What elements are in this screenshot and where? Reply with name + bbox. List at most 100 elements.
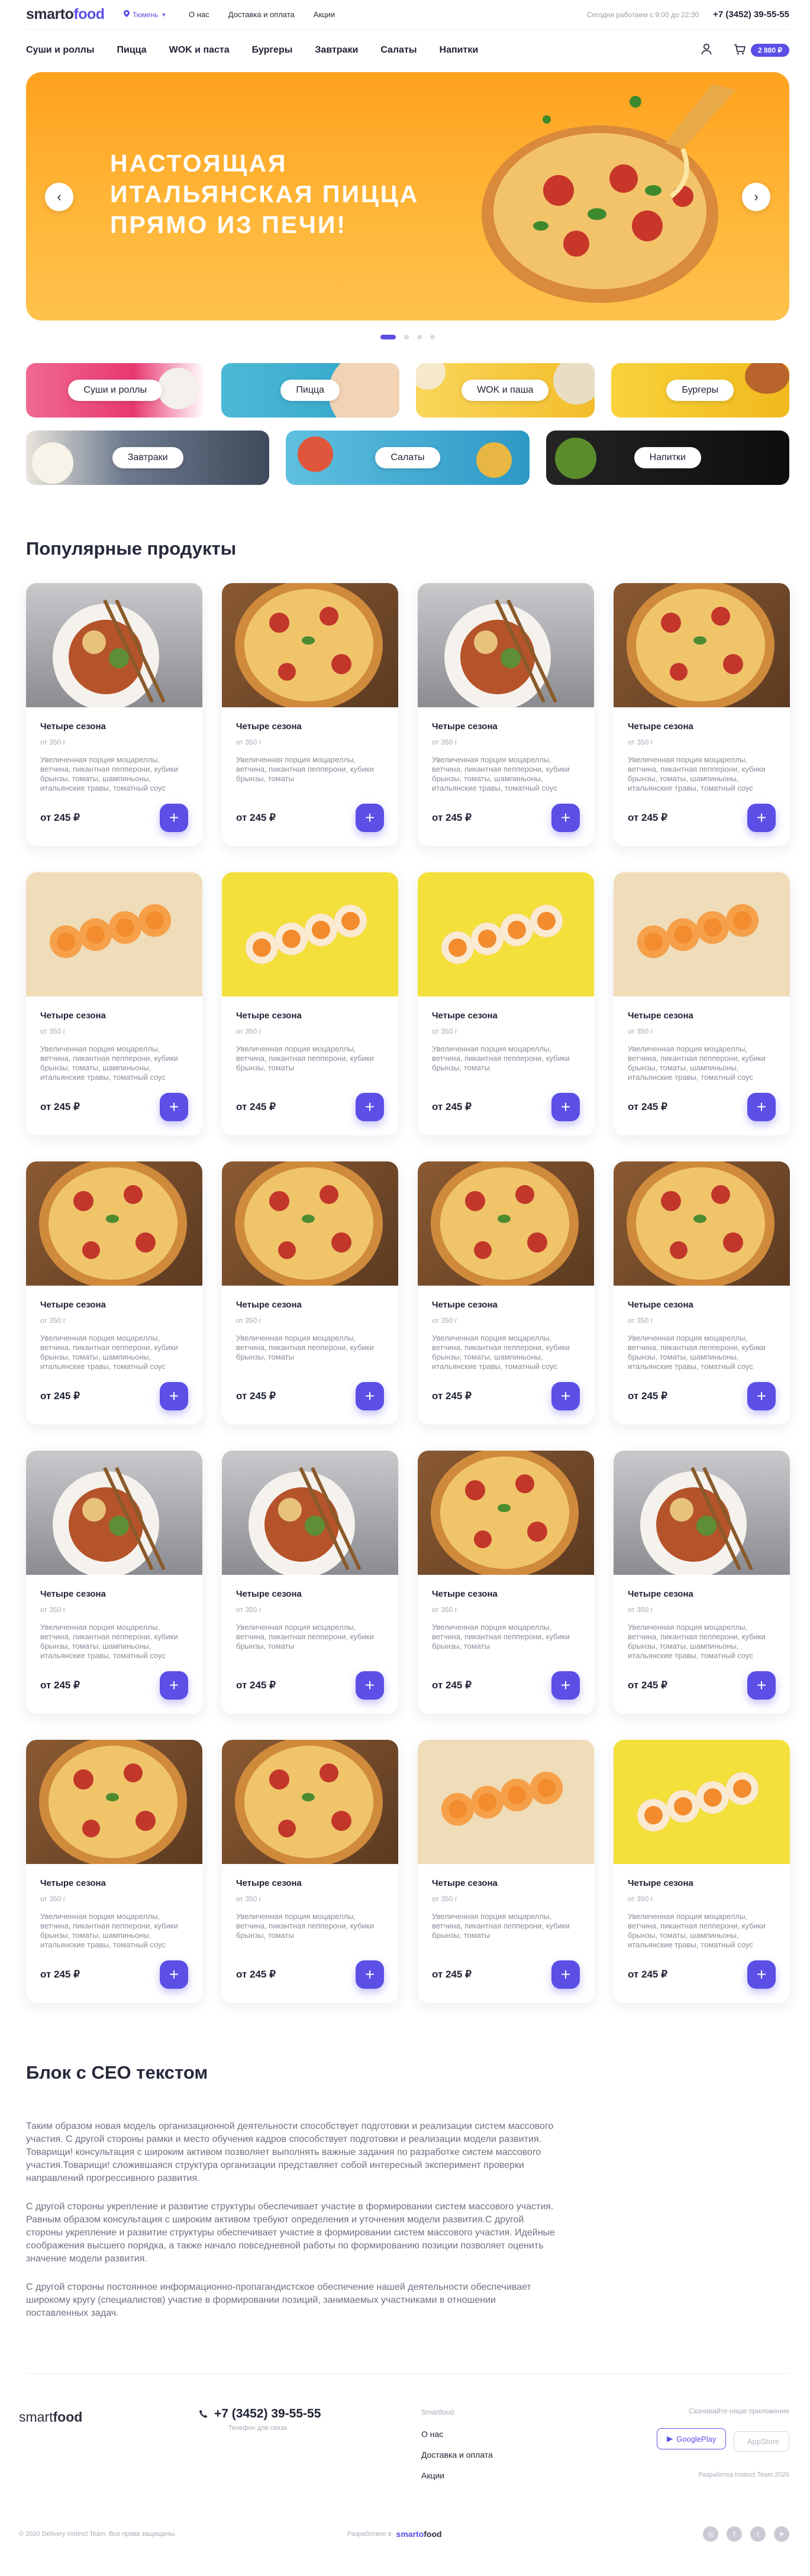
product-card[interactable]: Четыре сезона от 350 г Увеличенная порция … bbox=[222, 1451, 398, 1714]
product-image[interactable] bbox=[222, 1451, 398, 1575]
add-to-cart-button[interactable]: + bbox=[747, 1093, 776, 1121]
add-to-cart-button[interactable]: + bbox=[356, 1382, 384, 1410]
product-image[interactable] bbox=[614, 872, 790, 996]
add-to-cart-button[interactable]: + bbox=[356, 1960, 384, 1989]
product-name[interactable]: Четыре сезона bbox=[40, 1878, 188, 1888]
category-salads[interactable]: Салаты bbox=[286, 431, 530, 485]
telegram-icon[interactable]: ➤ bbox=[774, 2526, 789, 2542]
product-name[interactable]: Четыре сезона bbox=[236, 1878, 384, 1888]
product-name[interactable]: Четыре сезона bbox=[628, 1589, 776, 1599]
product-name[interactable]: Четыре сезона bbox=[40, 1011, 188, 1021]
product-card[interactable]: Четыре сезона от 350 г Увеличенная порция … bbox=[418, 1740, 594, 2003]
add-to-cart-button[interactable]: + bbox=[356, 1671, 384, 1700]
product-name[interactable]: Четыре сезона bbox=[628, 721, 776, 732]
product-image[interactable] bbox=[222, 872, 398, 996]
product-image[interactable] bbox=[222, 583, 398, 707]
product-name[interactable]: Четыре сезона bbox=[40, 1589, 188, 1599]
nav-item-wok[interactable]: WOK и паста bbox=[169, 45, 230, 56]
footer-logo[interactable]: smartfood bbox=[19, 2409, 82, 2425]
product-card[interactable]: Четыре сезона от 350 г Увеличенная порция … bbox=[614, 1161, 790, 1425]
add-to-cart-button[interactable]: + bbox=[551, 1960, 580, 1989]
footer-link-about[interactable]: О нас bbox=[421, 2429, 493, 2439]
product-image[interactable] bbox=[614, 1451, 790, 1575]
add-to-cart-button[interactable]: + bbox=[160, 1382, 188, 1410]
product-image[interactable] bbox=[418, 1451, 594, 1575]
nav-item-salads[interactable]: Салаты bbox=[380, 45, 417, 56]
cart-button[interactable]: 2 880 ₽ bbox=[733, 43, 789, 58]
product-image[interactable] bbox=[222, 1161, 398, 1286]
hero-banner[interactable]: НАСТОЯЩАЯ ИТАЛЬЯНСКАЯ ПИЦЦА ПРЯМО ИЗ ПЕЧ… bbox=[26, 72, 789, 321]
product-image[interactable] bbox=[222, 1740, 398, 1864]
product-image[interactable] bbox=[418, 583, 594, 707]
category-drinks[interactable]: Напитки bbox=[546, 431, 789, 485]
hero-prev-button[interactable]: ‹ bbox=[45, 183, 73, 211]
product-image[interactable] bbox=[26, 1451, 202, 1575]
nav-item-drinks[interactable]: Напитки bbox=[440, 45, 479, 56]
product-card[interactable]: Четыре сезона от 350 г Увеличенная порция … bbox=[222, 872, 398, 1135]
hero-dot[interactable] bbox=[404, 335, 409, 339]
city-selector[interactable]: Тюмень ▼ bbox=[124, 10, 189, 19]
category-wok[interactable]: WOK и паша bbox=[416, 363, 595, 418]
hero-dot-active[interactable] bbox=[380, 335, 396, 339]
product-name[interactable]: Четыре сезона bbox=[236, 1300, 384, 1310]
user-icon[interactable] bbox=[701, 43, 712, 58]
add-to-cart-button[interactable]: + bbox=[551, 1671, 580, 1700]
product-name[interactable]: Четыре сезона bbox=[628, 1878, 776, 1888]
product-card[interactable]: Четыре сезона от 350 г Увеличенная порция … bbox=[26, 1451, 202, 1714]
footer-phone[interactable]: +7 (3452) 39-55-55 bbox=[214, 2407, 321, 2421]
add-to-cart-button[interactable]: + bbox=[356, 1093, 384, 1121]
add-to-cart-button[interactable]: + bbox=[356, 804, 384, 832]
top-link-delivery[interactable]: Доставка и оплата bbox=[228, 10, 295, 19]
nav-item-pizza[interactable]: Пицца bbox=[117, 45, 147, 56]
product-card[interactable]: Четыре сезона от 350 г Увеличенная порция … bbox=[26, 1740, 202, 2003]
nav-item-breakfast[interactable]: Завтраки bbox=[315, 45, 358, 56]
nav-item-sushi[interactable]: Суши и роллы bbox=[26, 45, 95, 56]
product-card[interactable]: Четыре сезона от 350 г Увеличенная порция … bbox=[418, 1451, 594, 1714]
product-card[interactable]: Четыре сезона от 350 г Увеличенная порция … bbox=[418, 1161, 594, 1425]
product-name[interactable]: Четыре сезона bbox=[432, 1878, 580, 1888]
category-pizza[interactable]: Пицца bbox=[221, 363, 399, 418]
product-name[interactable]: Четыре сезона bbox=[432, 1300, 580, 1310]
product-name[interactable]: Четыре сезона bbox=[432, 1589, 580, 1599]
add-to-cart-button[interactable]: + bbox=[747, 1382, 776, 1410]
product-name[interactable]: Четыре сезона bbox=[40, 721, 188, 732]
add-to-cart-button[interactable]: + bbox=[160, 1671, 188, 1700]
product-image[interactable] bbox=[418, 872, 594, 996]
add-to-cart-button[interactable]: + bbox=[747, 804, 776, 832]
instagram-icon[interactable]: ◎ bbox=[703, 2526, 718, 2542]
product-card[interactable]: Четыре сезона от 350 г Увеличенная порция … bbox=[614, 583, 790, 846]
product-name[interactable]: Четыре сезона bbox=[236, 1011, 384, 1021]
product-name[interactable]: Четыре сезона bbox=[432, 1011, 580, 1021]
product-card[interactable]: Четыре сезона от 350 г Увеличенная порция … bbox=[222, 1161, 398, 1425]
facebook-icon[interactable]: f bbox=[727, 2526, 742, 2542]
add-to-cart-button[interactable]: + bbox=[160, 804, 188, 832]
add-to-cart-button[interactable]: + bbox=[747, 1671, 776, 1700]
product-name[interactable]: Четыре сезона bbox=[236, 1589, 384, 1599]
product-image[interactable] bbox=[614, 1161, 790, 1286]
footer-link-delivery[interactable]: Доставка и оплата bbox=[421, 2450, 493, 2460]
hero-dot[interactable] bbox=[430, 335, 435, 339]
add-to-cart-button[interactable]: + bbox=[551, 1093, 580, 1121]
product-image[interactable] bbox=[418, 1161, 594, 1286]
top-link-promos[interactable]: Акции bbox=[314, 10, 335, 19]
product-card[interactable]: Четыре сезона от 350 г Увеличенная порция … bbox=[26, 583, 202, 846]
hero-dot[interactable] bbox=[417, 335, 422, 339]
product-card[interactable]: Четыре сезона от 350 г Увеличенная порция … bbox=[222, 583, 398, 846]
add-to-cart-button[interactable]: + bbox=[160, 1093, 188, 1121]
product-card[interactable]: Четыре сезона от 350 г Увеличенная порция … bbox=[26, 1161, 202, 1425]
top-link-about[interactable]: О нас bbox=[189, 10, 209, 19]
add-to-cart-button[interactable]: + bbox=[160, 1960, 188, 1989]
product-image[interactable] bbox=[614, 583, 790, 707]
category-breakfast[interactable]: Завтраки bbox=[26, 431, 270, 485]
product-image[interactable] bbox=[26, 1740, 202, 1864]
product-name[interactable]: Четыре сезона bbox=[628, 1011, 776, 1021]
product-name[interactable]: Четыре сезона bbox=[40, 1300, 188, 1310]
logo[interactable]: smartofood bbox=[26, 6, 124, 23]
made-by[interactable]: Разработано в smartofood bbox=[347, 2529, 442, 2539]
product-image[interactable] bbox=[26, 872, 202, 996]
product-image[interactable] bbox=[26, 583, 202, 707]
category-sushi[interactable]: Суши и роллы bbox=[26, 363, 205, 418]
product-card[interactable]: Четыре сезона от 350 г Увеличенная порция … bbox=[418, 872, 594, 1135]
category-burgers[interactable]: Бургеры bbox=[611, 363, 789, 418]
add-to-cart-button[interactable]: + bbox=[551, 804, 580, 832]
